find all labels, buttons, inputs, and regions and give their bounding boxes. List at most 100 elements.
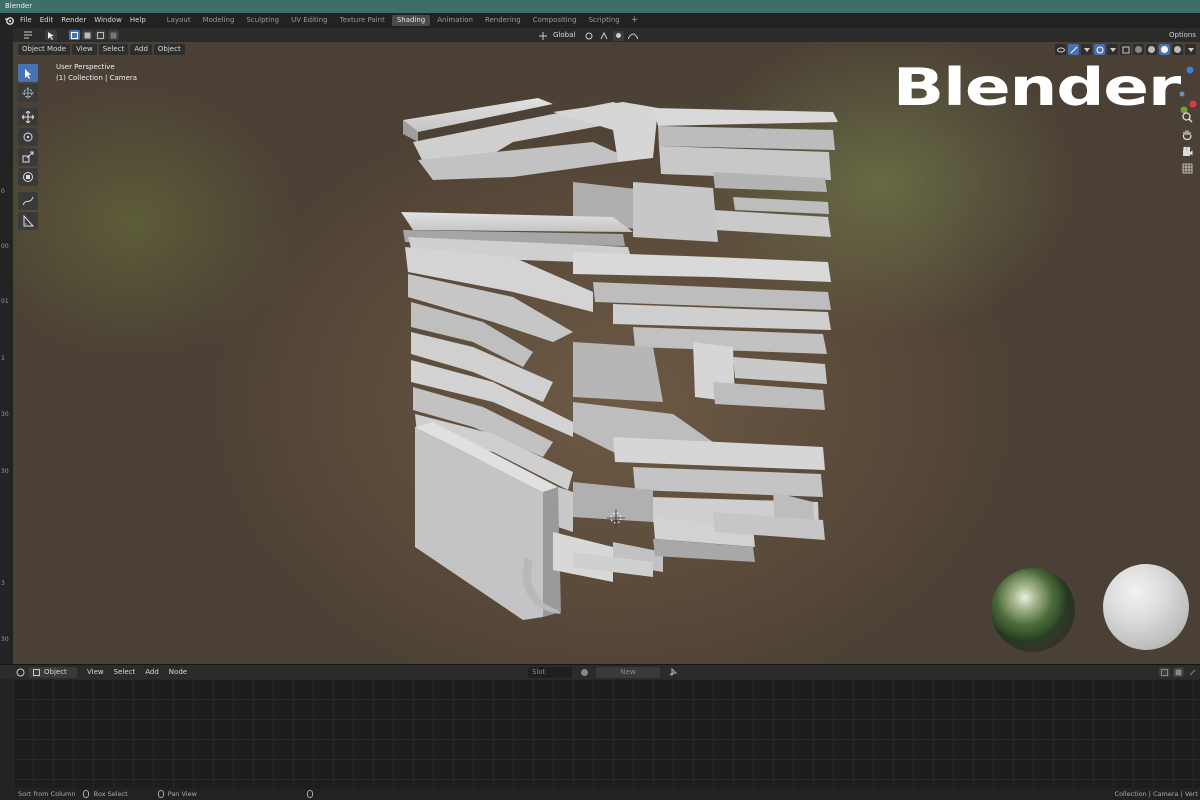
node-menu-select[interactable]: Select <box>110 667 140 678</box>
gutter-number: 30 <box>1 468 9 475</box>
gizmo-toggle-icon[interactable] <box>1068 44 1079 55</box>
node-menu-node[interactable]: Node <box>165 667 191 678</box>
select-invert-icon[interactable] <box>108 30 119 40</box>
tab-layout[interactable]: Layout <box>162 15 196 26</box>
tab-modeling[interactable]: Modeling <box>198 15 240 26</box>
orientation-icon[interactable] <box>537 31 549 41</box>
tool-header: Global Options <box>0 28 1200 42</box>
overlays-dropdown-icon[interactable] <box>1107 44 1118 55</box>
pan-hand-icon[interactable] <box>1180 127 1194 141</box>
menu-add[interactable]: Add <box>130 44 152 55</box>
scene-stats: Collection | Camera | Vert <box>1114 790 1198 798</box>
mouse-left-icon <box>83 790 90 798</box>
add-workspace-button[interactable]: + <box>627 15 643 26</box>
status-hint-box-select-label: Box Select <box>93 790 128 798</box>
transform-tool-icon[interactable] <box>18 168 38 186</box>
select-tool-icon[interactable] <box>45 30 57 40</box>
node-options-icon[interactable] <box>1187 667 1198 677</box>
tab-uv-editing[interactable]: UV Editing <box>286 15 333 26</box>
menu-object[interactable]: Object <box>153 44 185 55</box>
node-editor-left-gutter <box>0 679 13 788</box>
viewport-toolbar <box>18 64 40 232</box>
visibility-icon[interactable] <box>1055 44 1066 55</box>
node-editor-header: Object View Select Add Node Slot New <box>0 664 1200 679</box>
view-perspective-label: User Perspective <box>56 63 115 71</box>
transform-controls: Global <box>535 30 640 41</box>
gizmo-dropdown-icon[interactable] <box>1081 44 1092 55</box>
pivot-icon[interactable] <box>583 31 596 41</box>
tab-texture-paint[interactable]: Texture Paint <box>335 15 390 26</box>
node-menu-add[interactable]: Add <box>141 667 163 678</box>
proportional-edit-icon[interactable] <box>613 30 625 41</box>
tab-scripting[interactable]: Scripting <box>584 15 625 26</box>
select-box-tool-icon[interactable] <box>18 64 38 82</box>
wireframe-shading-icon[interactable] <box>1133 44 1144 55</box>
material-preview-icon[interactable] <box>1159 44 1170 55</box>
blender-logo-icon[interactable] <box>2 13 16 28</box>
annotate-tool-icon[interactable] <box>18 192 38 210</box>
select-new-icon[interactable] <box>69 30 80 40</box>
menu-help[interactable]: Help <box>126 13 150 28</box>
navigation-controls <box>1180 110 1194 178</box>
tab-rendering[interactable]: Rendering <box>480 15 526 26</box>
gutter-number: 1 <box>1 355 5 362</box>
menu-view[interactable]: View <box>72 44 97 55</box>
menu-window[interactable]: Window <box>90 13 126 28</box>
camera-view-icon[interactable] <box>1180 144 1194 158</box>
rotate-tool-icon[interactable] <box>18 128 38 146</box>
menu-render[interactable]: Render <box>57 13 90 28</box>
tab-shading[interactable]: Shading <box>391 15 431 26</box>
3d-viewport[interactable]: Object Mode View Select Add Object User … <box>13 42 1200 664</box>
measure-tool-icon[interactable] <box>18 212 38 230</box>
gutter-number: 30 <box>1 636 9 643</box>
snapping-icon[interactable] <box>1173 667 1184 677</box>
solid-shading-icon[interactable] <box>1146 44 1157 55</box>
status-hint-box-select: Box Select <box>83 790 128 798</box>
node-menu-view[interactable]: View <box>83 667 108 678</box>
zoom-icon[interactable] <box>1180 110 1194 124</box>
backdrop-icon[interactable] <box>1159 667 1170 677</box>
falloff-icon[interactable] <box>626 31 640 41</box>
new-material-button[interactable]: New <box>596 667 660 678</box>
status-hint-pan: Pan View <box>157 790 197 798</box>
rendered-shading-icon[interactable] <box>1172 44 1183 55</box>
scale-tool-icon[interactable] <box>18 148 38 166</box>
viewport-shading-controls <box>1053 44 1196 55</box>
shader-type-dropdown[interactable]: Object <box>29 666 77 678</box>
xray-icon[interactable] <box>1120 44 1131 55</box>
tab-animation[interactable]: Animation <box>432 15 478 26</box>
menu-edit[interactable]: Edit <box>36 13 58 28</box>
menu-file[interactable]: File <box>16 13 36 28</box>
browse-material-icon[interactable] <box>578 667 591 677</box>
transform-orientation-dropdown[interactable]: Global <box>549 30 579 41</box>
workspace-tabs: Layout Modeling Sculpting UV Editing Tex… <box>162 15 642 26</box>
material-slot-dropdown[interactable]: Slot <box>528 667 572 678</box>
tab-compositing[interactable]: Compositing <box>528 15 582 26</box>
pin-icon[interactable] <box>666 667 679 677</box>
shading-dropdown-icon[interactable] <box>1185 44 1196 55</box>
mouse-middle-icon <box>157 790 164 798</box>
select-subtract-icon[interactable] <box>95 30 106 40</box>
node-editor-canvas[interactable] <box>13 679 1200 788</box>
top-menubar: File Edit Render Window Help Layout Mode… <box>0 13 1200 28</box>
object-mode-dropdown[interactable]: Object Mode <box>18 44 71 55</box>
snap-icon[interactable] <box>598 31 611 41</box>
options-dropdown[interactable]: Options <box>1169 28 1196 42</box>
gutter-number: 30 <box>1 411 9 418</box>
object-icon <box>33 668 40 676</box>
editor-type-icon[interactable] <box>21 30 35 40</box>
viewport-header: Object Mode View Select Add Object <box>18 44 187 55</box>
tab-sculpting[interactable]: Sculpting <box>241 15 284 26</box>
move-tool-icon[interactable] <box>18 108 38 126</box>
cursor-tool-icon[interactable] <box>18 84 38 102</box>
status-bar: Sort from Column Box Select Pan View Col… <box>0 788 1200 800</box>
shader-type-label: Object <box>44 667 67 676</box>
editor-type-dropdown-icon[interactable] <box>14 667 27 677</box>
mouse-right-icon <box>306 790 313 798</box>
select-extend-icon[interactable] <box>82 30 93 40</box>
status-hint-sort-label: Sort from Column <box>18 790 76 798</box>
ortho-grid-icon[interactable] <box>1180 161 1194 175</box>
gutter-number: 3 <box>1 580 5 587</box>
menu-select[interactable]: Select <box>98 44 129 55</box>
overlays-icon[interactable] <box>1094 44 1105 55</box>
